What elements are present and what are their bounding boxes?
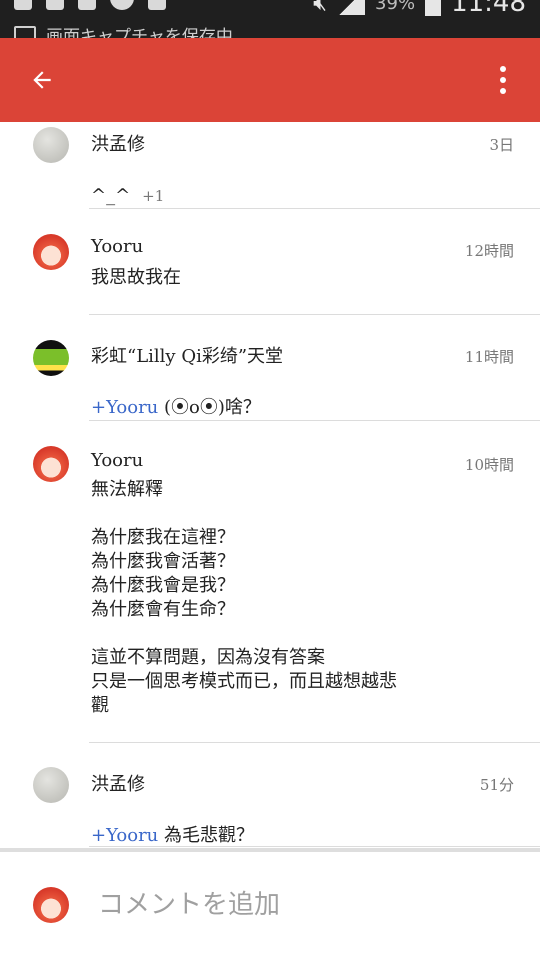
avatar[interactable] [33,340,69,376]
avatar[interactable] [33,127,69,163]
divider [89,420,540,421]
avatar[interactable] [33,767,69,803]
comment-time: 12時間 [464,242,514,260]
battery-icon [425,0,442,16]
notification-text: 画面キャプチャを保存中 [46,27,233,38]
comment-time: 11時間 [464,348,514,366]
comment-text: +Yooru 為毛悲觀？ [91,800,254,848]
mention-link[interactable]: +Yooru [91,825,158,846]
comment-list[interactable]: 洪孟修 3日 ^_^ +1 Yooru 12時間 我思故我在 彩虹“Lilly Q… [0,122,540,850]
comment-text: 無法解釋 為什麼我在這裡？ 為什麼我會活著？ 為什麼我會是我？ 為什麼會有生命？… [91,479,397,716]
comment-author[interactable]: Yooru [91,236,143,257]
status-icons-left [14,0,166,10]
screenshot-icon [14,25,36,38]
comment-author[interactable]: Yooru [91,450,143,471]
more-vert-icon [500,66,506,72]
phone-icon [14,0,32,10]
comment-text-content: 為毛悲觀？ [158,825,255,846]
status-icons-right: 🔇︎ 39% 11:48 [313,0,526,18]
comment-time: 3日 [489,136,514,154]
comment-text-content: ^_^ [91,185,131,206]
check-icon [78,0,96,10]
divider [89,208,540,209]
lock-icon [46,0,64,10]
status-notification: 画面キャプチャを保存中 [14,22,233,38]
comment-author[interactable]: 洪孟修 [91,130,145,156]
back-button[interactable] [22,60,62,100]
avatar[interactable] [33,446,69,482]
arrow-back-icon [33,71,51,89]
play-icon [148,0,166,10]
status-bar: 画面キャプチャを保存中 🔇︎ 39% 11:48 [0,0,540,38]
comment-text: +Yooru (⦿o⦿)啥？ [91,372,261,420]
divider [89,314,540,315]
mention-link[interactable]: +Yooru [91,397,158,418]
app-bar [0,38,540,122]
divider [89,742,540,743]
comment-text: ^_^ +1 [91,160,164,208]
download-icon [110,0,134,10]
more-options-button[interactable] [488,60,518,100]
comment-time: 51分 [479,776,514,794]
clock: 11:48 [451,0,526,18]
comment-author[interactable]: 洪孟修 [91,770,145,796]
divider [89,846,540,847]
comment-text: 我思故我在 [91,267,181,288]
battery-percent: 39% [375,0,416,14]
comment-author[interactable]: 彩虹“Lilly Qi彩绮”天堂 [91,342,283,368]
avatar[interactable] [33,234,69,270]
plus-one-count: +1 [142,187,165,205]
comment-input[interactable] [96,884,510,926]
comment-time: 10時間 [464,456,514,474]
comment-text-content: (⦿o⦿)啥？ [158,397,261,418]
mute-icon: 🔇︎ [313,0,328,16]
comment-composer [0,852,540,960]
avatar [33,887,69,923]
signal-icon [337,0,366,15]
